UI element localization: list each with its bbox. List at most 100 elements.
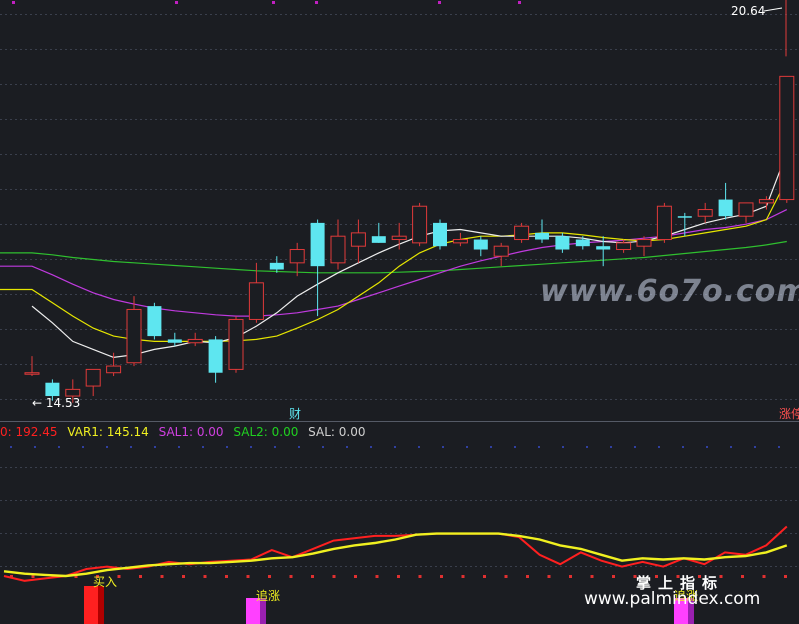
baseline-dot — [418, 575, 422, 578]
ma-yellow-line — [0, 179, 788, 342]
blue-dot — [154, 446, 156, 448]
blue-dot — [490, 446, 492, 448]
high-price-label: 20.64 — [731, 4, 765, 18]
signal-label: 追涨 — [256, 588, 280, 603]
blue-dot — [250, 446, 252, 448]
candle-body-down — [575, 239, 590, 247]
candle-body-up — [106, 365, 122, 374]
signal-bar-shade — [98, 586, 104, 624]
candle-body-down — [45, 382, 60, 397]
candle-body-up — [85, 368, 101, 387]
candle-body-down — [371, 236, 386, 243]
event-marker-label: 财 — [289, 407, 301, 421]
candle-body-down — [677, 216, 692, 218]
signal-label: 买入 — [93, 575, 117, 589]
stock-chart[interactable]: 买入追涨 追涨 20.64← 14.53财 涨停 — [0, 0, 799, 624]
blue-dot — [778, 446, 780, 448]
baseline-dot — [160, 575, 164, 578]
top-marker-dot — [175, 1, 178, 4]
blue-dot — [466, 446, 468, 448]
candle-body-down — [433, 222, 447, 247]
candle-body-down — [208, 339, 223, 373]
blue-dot — [322, 446, 324, 448]
candle-body-up — [289, 249, 305, 264]
candle-body-up — [493, 245, 509, 257]
baseline-dot — [203, 575, 207, 578]
baseline-dot — [182, 575, 185, 578]
blue-dot — [658, 446, 660, 448]
candle-body-up — [758, 199, 774, 204]
candle-body-up — [228, 318, 244, 370]
top-marker-dot — [12, 1, 15, 4]
blue-dot — [82, 446, 84, 448]
watermark-url: www.palmindex.com — [584, 589, 761, 609]
baseline-dot — [117, 575, 121, 578]
blue-dot — [130, 446, 132, 448]
baseline-dot — [440, 575, 443, 578]
limit-up-label: 涨停 — [779, 406, 799, 421]
candle-body-up — [514, 225, 530, 241]
blue-dot — [442, 446, 444, 448]
candle-body-up — [636, 239, 652, 247]
baseline-dot — [397, 575, 400, 578]
baseline-dot — [225, 575, 228, 578]
candle-body-down — [167, 339, 182, 343]
top-marker-dot — [518, 1, 521, 4]
sal-value: SAL: 0.00 — [308, 425, 366, 439]
baseline-dot — [612, 575, 615, 578]
var1-line — [3, 532, 788, 578]
baseline-dot — [483, 575, 486, 578]
candle-body-down — [310, 222, 325, 267]
low-price-label: ← 14.53 — [32, 396, 80, 410]
sal2-value: SAL2: 0.00 — [233, 425, 299, 439]
blue-dot — [298, 446, 300, 448]
blue-dot — [178, 446, 180, 448]
baseline-dot — [504, 575, 508, 578]
blue-dot — [586, 446, 588, 448]
sal1-value: SAL1: 0.00 — [158, 425, 224, 439]
blue-dot — [106, 446, 108, 448]
blue-dot — [730, 446, 732, 448]
blue-dot — [682, 446, 684, 448]
candle-body-up — [656, 205, 672, 241]
baseline-dot — [784, 575, 787, 578]
blue-dot — [10, 446, 12, 448]
baseline-dot — [246, 575, 250, 578]
baseline-dot — [741, 575, 744, 578]
blue-dot — [514, 446, 516, 448]
baseline-dot — [569, 575, 572, 578]
blue-dot — [538, 446, 540, 448]
candle-body-down — [473, 239, 488, 250]
candlestick-series — [24, 0, 795, 403]
baseline-dot — [461, 575, 465, 578]
baseline-dot — [762, 575, 766, 578]
blue-dot — [202, 446, 204, 448]
baseline-dot — [354, 575, 357, 578]
watermark-overlay: www.6o7o.com — [540, 274, 799, 309]
candle-body-up — [452, 239, 468, 244]
baseline-dot — [375, 575, 379, 578]
baseline-dot — [139, 575, 142, 578]
blue-dot — [418, 446, 420, 448]
top-marker-dot — [315, 1, 318, 4]
candle-body-down — [596, 246, 611, 250]
candle-body-up — [616, 242, 632, 251]
candle-body-up — [330, 235, 346, 264]
baseline-dot — [289, 575, 293, 578]
blue-dot — [634, 446, 636, 448]
blue-dot — [34, 446, 36, 448]
blue-dot — [58, 446, 60, 448]
blue-dot — [754, 446, 756, 448]
blue-dot — [274, 446, 276, 448]
baseline-dot — [526, 575, 529, 578]
blue-dot — [346, 446, 348, 448]
candle-body-down — [718, 199, 733, 217]
candle-body-up — [350, 232, 366, 247]
candle-body-up — [738, 202, 754, 217]
blue-dot — [562, 446, 564, 448]
blue-dot — [370, 446, 372, 448]
var0-value: 0: 192.45 — [0, 425, 58, 439]
moving-average-lines — [0, 152, 788, 359]
candle-body-up — [248, 282, 264, 320]
candle-body-up — [391, 235, 407, 241]
